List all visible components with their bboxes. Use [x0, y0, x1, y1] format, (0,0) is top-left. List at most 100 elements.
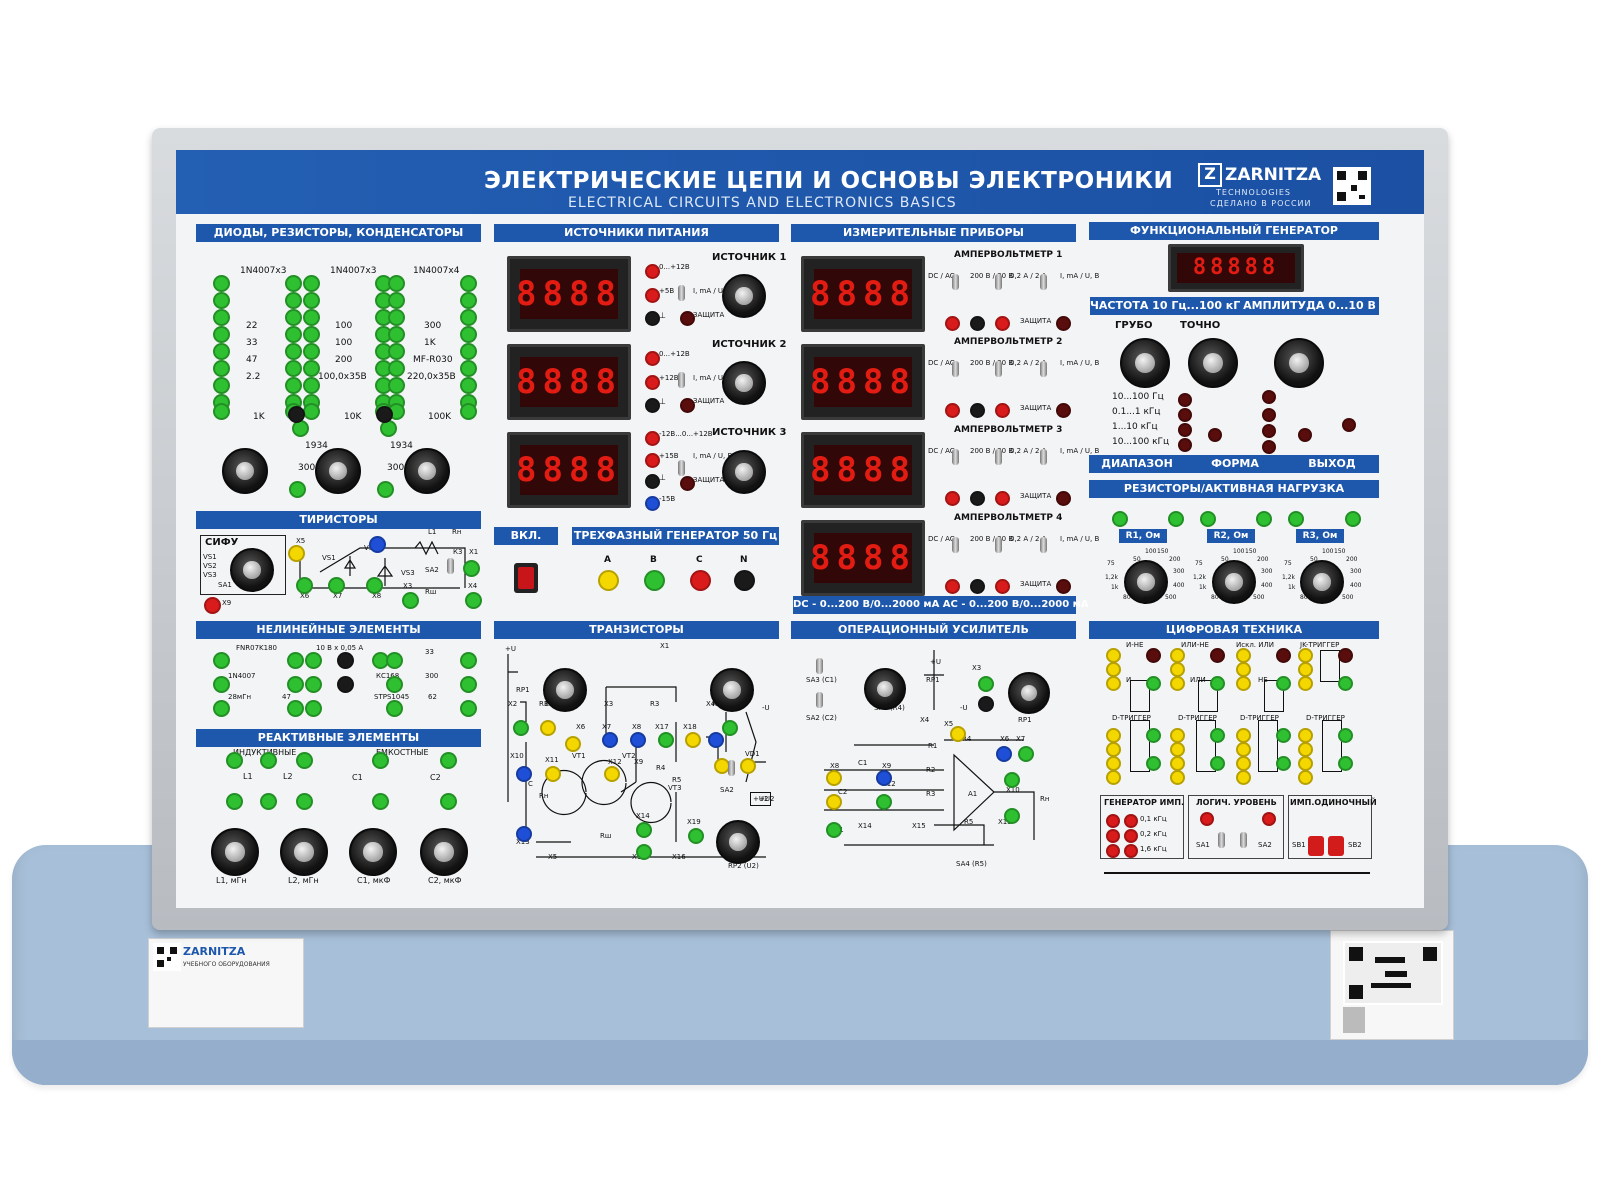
inductor-dial-l2[interactable] — [280, 828, 328, 876]
jack-yellow[interactable] — [1298, 648, 1313, 663]
jack-green[interactable] — [285, 309, 302, 326]
phase-jack-c[interactable] — [690, 570, 711, 591]
freq-coarse-knob[interactable] — [1120, 338, 1170, 388]
source-mode-switch-1[interactable] — [678, 285, 685, 301]
source-knob-1[interactable] — [722, 274, 766, 318]
amplitude-knob[interactable] — [1274, 338, 1324, 388]
jack-green[interactable] — [978, 676, 994, 692]
single-pulse-button-sb2[interactable] — [1328, 836, 1344, 856]
jack-yellow[interactable] — [1106, 756, 1121, 771]
jack-black[interactable] — [645, 474, 660, 489]
jack-green[interactable] — [1338, 756, 1353, 771]
jack-green[interactable] — [296, 793, 313, 810]
meter-volt-switch[interactable] — [995, 274, 1002, 290]
meter-amp-switch[interactable] — [1040, 274, 1047, 290]
jack-green[interactable] — [1338, 676, 1353, 691]
indicator-led[interactable] — [1262, 440, 1276, 454]
jack-green[interactable] — [1146, 728, 1161, 743]
jack-yellow[interactable] — [1106, 742, 1121, 757]
jack-yellow[interactable] — [1170, 662, 1185, 677]
jack-red[interactable] — [645, 431, 660, 446]
jack-dark-red[interactable] — [1276, 648, 1291, 663]
jack-green[interactable] — [372, 752, 389, 769]
jack-green[interactable] — [285, 343, 302, 360]
jack-green[interactable] — [305, 700, 322, 717]
jack-green[interactable] — [826, 822, 842, 838]
jack-red[interactable] — [945, 403, 960, 418]
jack-green[interactable] — [388, 343, 405, 360]
jack-green[interactable] — [460, 360, 477, 377]
jack-blue[interactable] — [708, 732, 724, 748]
jack-yellow[interactable] — [1106, 648, 1121, 663]
jack-green[interactable] — [303, 275, 320, 292]
source-knob-3[interactable] — [722, 450, 766, 494]
jack-red[interactable] — [995, 403, 1010, 418]
jack-yellow[interactable] — [1170, 648, 1185, 663]
jack-green[interactable] — [1146, 676, 1161, 691]
jack-yellow[interactable] — [1236, 770, 1251, 785]
jack-dark-red[interactable] — [1056, 403, 1071, 418]
jack-yellow[interactable] — [740, 758, 756, 774]
output-jack[interactable] — [1342, 418, 1356, 432]
opamp-pot-rp1[interactable] — [1008, 672, 1050, 714]
jack-green[interactable] — [386, 700, 403, 717]
jack-green[interactable] — [440, 793, 457, 810]
jack-green[interactable] — [388, 377, 405, 394]
jack-green[interactable] — [1276, 756, 1291, 771]
jack-green[interactable] — [285, 275, 302, 292]
jack-green[interactable] — [285, 326, 302, 343]
jack-yellow[interactable] — [1236, 742, 1251, 757]
jack-black[interactable] — [970, 579, 985, 594]
jack-green[interactable] — [386, 676, 403, 693]
jack-green[interactable] — [1276, 676, 1291, 691]
jack-red[interactable] — [645, 264, 660, 279]
jack-green[interactable] — [303, 309, 320, 326]
jack-yellow[interactable] — [545, 766, 561, 782]
jack-yellow[interactable] — [826, 794, 842, 810]
jack-blue[interactable] — [602, 732, 618, 748]
jack-green[interactable] — [460, 652, 477, 669]
logic-switch-sa1[interactable] — [1218, 832, 1225, 848]
jack-green[interactable] — [213, 652, 230, 669]
jack-dark-red[interactable] — [1146, 648, 1161, 663]
opamp-switch-knob[interactable] — [864, 668, 906, 710]
source-knob-2[interactable] — [722, 361, 766, 405]
jack-red[interactable] — [645, 375, 660, 390]
logic-switch-sa2[interactable] — [1240, 832, 1247, 848]
jack-black[interactable] — [288, 406, 305, 423]
jack-green[interactable] — [460, 700, 477, 717]
jack-yellow[interactable] — [1298, 662, 1313, 677]
jack-yellow[interactable] — [1236, 676, 1251, 691]
opamp-switch-sa3[interactable] — [816, 658, 823, 674]
jack-green[interactable] — [303, 343, 320, 360]
jack-yellow[interactable] — [826, 770, 842, 786]
jack-yellow[interactable] — [1170, 676, 1185, 691]
jack-green[interactable] — [305, 652, 322, 669]
jack-green[interactable] — [1200, 511, 1216, 527]
jack-blue[interactable] — [645, 496, 660, 511]
meter-volt-switch[interactable] — [995, 537, 1002, 553]
jack-red[interactable] — [645, 351, 660, 366]
freq-fine-knob[interactable] — [1188, 338, 1238, 388]
jack-green[interactable] — [305, 676, 322, 693]
jack-green[interactable] — [226, 793, 243, 810]
jack-blue[interactable] — [996, 746, 1012, 762]
jack-green[interactable] — [285, 377, 302, 394]
phase-jack-n[interactable] — [734, 570, 755, 591]
indicator-led[interactable] — [1178, 393, 1192, 407]
source-mode-switch-3[interactable] — [678, 460, 685, 476]
jack-green[interactable] — [260, 793, 277, 810]
jack-green[interactable] — [303, 377, 320, 394]
jack-green[interactable] — [289, 481, 306, 498]
jack-black[interactable] — [970, 403, 985, 418]
jack-green[interactable] — [388, 275, 405, 292]
jack-yellow[interactable] — [1298, 676, 1313, 691]
jack-green[interactable] — [303, 326, 320, 343]
transistor-switch-sa2[interactable] — [728, 760, 735, 776]
jack-green[interactable] — [402, 592, 419, 609]
jack-dark-red[interactable] — [680, 476, 695, 491]
phase-jack-b[interactable] — [644, 570, 665, 591]
jack-red[interactable] — [645, 288, 660, 303]
meter-volt-switch[interactable] — [995, 449, 1002, 465]
jack-green[interactable] — [1146, 756, 1161, 771]
